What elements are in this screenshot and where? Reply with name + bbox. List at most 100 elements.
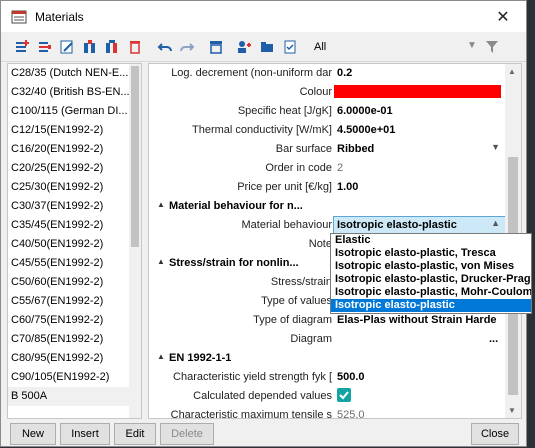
collapse-icon[interactable]: ▲ bbox=[157, 257, 165, 266]
prop-value[interactable]: Isotropic elasto-plastic bbox=[337, 219, 457, 231]
list-item[interactable]: C100/115 (German DI... bbox=[8, 102, 130, 121]
app-icon bbox=[11, 9, 27, 25]
list-item[interactable]: C30/37(EN1992-2) bbox=[8, 197, 130, 216]
collapse-icon[interactable]: ▲ bbox=[157, 352, 165, 361]
list-item[interactable]: C40/50(EN1992-2) bbox=[8, 235, 130, 254]
redo-icon[interactable] bbox=[178, 38, 196, 56]
paste-icon[interactable] bbox=[103, 38, 121, 56]
new-material-icon[interactable] bbox=[13, 38, 31, 56]
scroll-down-icon[interactable]: ▼ bbox=[508, 406, 516, 415]
window-title: Materials bbox=[35, 9, 84, 24]
prop-fyk[interactable]: Characteristic yield strength fyk [ 500.… bbox=[149, 368, 506, 387]
section-title: Stress/strain for nonlin... bbox=[169, 257, 299, 269]
delete-icon[interactable] bbox=[126, 38, 144, 56]
list-item[interactable]: C16/20(EN1992-2) bbox=[8, 140, 130, 159]
prop-ftk[interactable]: Characteristic maximum tensile s 525.0 bbox=[149, 406, 506, 419]
prop-value[interactable]: 0.2 bbox=[337, 67, 352, 79]
checkbox-checked[interactable] bbox=[337, 388, 351, 402]
list-item[interactable]: C45/55(EN1992-2) bbox=[8, 254, 130, 273]
scroll-up-icon[interactable]: ▲ bbox=[508, 67, 516, 76]
section-material-behaviour[interactable]: ▲ Material behaviour for n... bbox=[149, 197, 506, 216]
new-from-icon[interactable] bbox=[35, 38, 53, 56]
prop-label: Characteristic maximum tensile s bbox=[170, 409, 332, 419]
prop-label: Thermal conductivity [W/mK] bbox=[192, 124, 332, 136]
prop-label: Colour bbox=[299, 86, 332, 98]
materials-window: Materials ✕ All ▼ C28/35 (Dutch NEN-E...… bbox=[0, 0, 527, 447]
toolbar: All ▼ bbox=[1, 32, 526, 62]
insert-button[interactable]: Insert bbox=[60, 423, 110, 445]
section-title: Material behaviour for n... bbox=[169, 200, 303, 212]
list-scrollbar[interactable] bbox=[129, 64, 141, 418]
prop-thermal-conductivity[interactable]: Thermal conductivity [W/mK] 4.5000e+01 bbox=[149, 121, 506, 140]
dropdown-option[interactable]: Isotropic elasto-plastic, Mohr-Coulomb bbox=[331, 286, 531, 299]
close-icon[interactable]: ✕ bbox=[480, 1, 526, 32]
library-icon[interactable] bbox=[207, 38, 225, 56]
list-item[interactable]: C90/105(EN1992-2) bbox=[8, 368, 130, 387]
list-item[interactable]: C28/35 (Dutch NEN-E... bbox=[8, 64, 130, 83]
prop-label: Type of values bbox=[261, 295, 332, 307]
prop-specific-heat[interactable]: Specific heat [J/gK] 6.0000e-01 bbox=[149, 102, 506, 121]
dropdown-option[interactable]: Isotropic elasto-plastic, von Mises bbox=[331, 260, 531, 273]
edit-icon[interactable] bbox=[58, 38, 76, 56]
delete-button[interactable]: Delete bbox=[160, 423, 214, 445]
prop-label: Specific heat [J/gK] bbox=[237, 105, 332, 117]
material-behaviour-dropdown[interactable]: Elastic Isotropic elasto-plastic, Tresca I… bbox=[330, 233, 532, 314]
prop-value[interactable]: 500.0 bbox=[337, 371, 365, 383]
prop-value: 2 bbox=[337, 162, 344, 174]
prop-log-decrement[interactable]: Log. decrement (non-uniform dar 0.2 bbox=[149, 64, 506, 83]
user-icon[interactable] bbox=[235, 38, 253, 56]
open-icon[interactable] bbox=[258, 38, 276, 56]
prop-price[interactable]: Price per unit [€/kg] 1.00 bbox=[149, 178, 506, 197]
copy-icon[interactable] bbox=[81, 38, 99, 56]
chevron-down-icon[interactable]: ▼ bbox=[491, 142, 500, 152]
list-item[interactable]: C55/67(EN1992-2) bbox=[8, 292, 130, 311]
dropdown-option[interactable]: Isotropic elasto-plastic, Drucker-Prager bbox=[331, 273, 531, 286]
diagram-button[interactable]: ... bbox=[489, 333, 498, 345]
dropdown-option[interactable]: Elastic bbox=[331, 234, 531, 247]
filter-icon[interactable] bbox=[485, 40, 499, 57]
chevron-up-icon[interactable]: ▲ bbox=[491, 218, 500, 228]
prop-calculated-depended[interactable]: Calculated depended values bbox=[149, 387, 506, 406]
prop-colour[interactable]: Colour bbox=[149, 83, 506, 102]
list-item[interactable]: C12/15(EN1992-2) bbox=[8, 121, 130, 140]
section-en-1992[interactable]: ▲ EN 1992-1-1 bbox=[149, 349, 506, 368]
collapse-icon[interactable]: ▲ bbox=[157, 200, 165, 209]
list-item[interactable]: C60/75(EN1992-2) bbox=[8, 311, 130, 330]
prop-label: Order in code bbox=[265, 162, 332, 174]
prop-value[interactable]: 1.00 bbox=[337, 181, 358, 193]
prop-diagram[interactable]: Diagram ... bbox=[149, 330, 506, 349]
chevron-down-icon[interactable]: ▼ bbox=[467, 40, 477, 51]
list-item[interactable]: C35/45(EN1992-2) bbox=[8, 216, 130, 235]
prop-value[interactable]: 4.5000e+01 bbox=[337, 124, 395, 136]
list-item[interactable]: C20/25(EN1992-2) bbox=[8, 159, 130, 178]
list-item[interactable]: C50/60(EN1992-2) bbox=[8, 273, 130, 292]
prop-label: Type of diagram bbox=[253, 314, 332, 326]
close-button[interactable]: Close bbox=[471, 423, 519, 445]
title-bar: Materials ✕ bbox=[1, 1, 526, 32]
section-title: EN 1992-1-1 bbox=[169, 352, 232, 364]
prop-label: Note bbox=[308, 238, 332, 250]
dropdown-option[interactable]: Isotropic elasto-plastic, Tresca bbox=[331, 247, 531, 260]
dropdown-option[interactable]: Isotropic elasto-plastic bbox=[331, 299, 531, 312]
list-item[interactable]: C25/30(EN1992-2) bbox=[8, 178, 130, 197]
prop-value[interactable]: 6.0000e-01 bbox=[337, 105, 393, 117]
prop-value[interactable]: Ribbed bbox=[337, 143, 374, 155]
edit-button[interactable]: Edit bbox=[114, 423, 156, 445]
prop-label: Log. decrement (non-uniform dar bbox=[171, 67, 332, 79]
list-item[interactable]: C80/95(EN1992-2) bbox=[8, 349, 130, 368]
filter-select[interactable]: All bbox=[314, 41, 326, 53]
undo-icon[interactable] bbox=[156, 38, 174, 56]
list-item[interactable]: B 500A bbox=[8, 387, 130, 406]
list-scroll-thumb[interactable] bbox=[131, 66, 139, 247]
colour-swatch[interactable] bbox=[334, 85, 501, 98]
material-list[interactable]: C28/35 (Dutch NEN-E... C32/40 (British BS… bbox=[7, 63, 142, 419]
list-item[interactable]: C32/40 (British BS-EN... bbox=[8, 83, 130, 102]
list-item[interactable]: C70/85(EN1992-2) bbox=[8, 330, 130, 349]
prop-label: Calculated depended values bbox=[193, 390, 332, 402]
prop-label: Diagram bbox=[290, 333, 332, 345]
new-button[interactable]: New bbox=[10, 423, 56, 445]
prop-bar-surface[interactable]: Bar surface Ribbed ▼ bbox=[149, 140, 506, 159]
prop-value: 525.0 bbox=[337, 409, 365, 419]
check-icon[interactable] bbox=[281, 38, 299, 56]
prop-value[interactable]: Elas-Plas without Strain Harde bbox=[337, 314, 497, 326]
